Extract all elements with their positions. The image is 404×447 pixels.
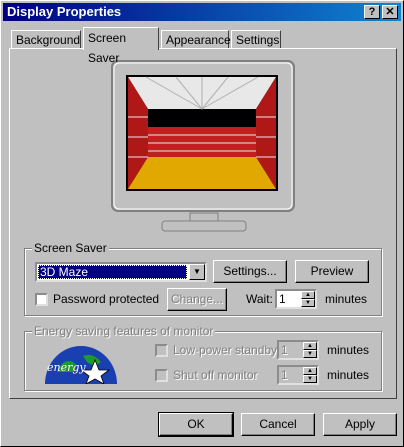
spin-down-icon[interactable]: ▼ xyxy=(301,299,315,307)
shutoff-units: minutes xyxy=(327,368,370,382)
change-password-button[interactable]: Change... xyxy=(167,288,227,311)
apply-button[interactable]: Apply xyxy=(323,413,397,436)
shutoff-checkbox[interactable] xyxy=(155,369,168,382)
energy-logo-text: energy xyxy=(47,361,86,374)
close-icon: ✕ xyxy=(385,6,395,18)
monitor-neck xyxy=(189,212,219,222)
spin-up-icon[interactable]: ▲ xyxy=(303,367,317,375)
maze-floor xyxy=(128,157,276,189)
tab-screen-saver[interactable]: Screen Saver xyxy=(83,27,159,65)
title-bar[interactable]: Display Properties ? ✕ xyxy=(3,3,401,21)
tab-background[interactable]: Background xyxy=(11,30,81,49)
energy-group: Energy saving features of monitor energy… xyxy=(24,324,382,391)
spin-up-icon[interactable]: ▲ xyxy=(303,342,317,350)
low-power-checkbox[interactable] xyxy=(155,344,168,357)
shutoff-value[interactable]: 1 xyxy=(281,367,288,383)
screen-saver-selected-value: 3D Maze xyxy=(38,265,187,279)
display-properties-window: Display Properties ? ✕ Background Screen… xyxy=(0,0,404,447)
preview-button[interactable]: Preview xyxy=(295,260,369,283)
low-power-spinner[interactable]: 1 ▲ ▼ xyxy=(277,340,319,360)
tab-settings[interactable]: Settings xyxy=(231,30,281,49)
wait-spinner[interactable]: 1 ▲ ▼ xyxy=(275,289,317,309)
screen-saver-select[interactable]: 3D Maze ▼ xyxy=(35,262,207,282)
low-power-label: Low-power standby xyxy=(173,343,278,357)
monitor-preview xyxy=(111,60,295,232)
low-power-value[interactable]: 1 xyxy=(281,342,288,358)
spin-down-icon[interactable]: ▼ xyxy=(303,350,317,358)
screen-saver-group: Screen Saver 3D Maze ▼ Settings... Previ… xyxy=(24,241,382,316)
energy-group-label: Energy saving features of monitor xyxy=(32,324,216,338)
shutoff-label: Shut off monitor xyxy=(173,368,258,382)
password-checkbox[interactable] xyxy=(35,293,48,306)
maze-back-wall xyxy=(148,127,256,157)
help-button[interactable]: ? xyxy=(364,5,380,19)
help-icon: ? xyxy=(368,6,376,18)
screen-saver-panel: Screen Saver 3D Maze ▼ Settings... Previ… xyxy=(9,48,397,399)
tab-appearance[interactable]: Appearance xyxy=(161,30,231,49)
close-button[interactable]: ✕ xyxy=(382,5,398,19)
wait-units-label: minutes xyxy=(325,292,368,306)
monitor-base xyxy=(161,220,247,232)
shutoff-spinner[interactable]: 1 ▲ ▼ xyxy=(277,365,319,385)
screen-saver-group-label: Screen Saver xyxy=(32,241,109,255)
cancel-button[interactable]: Cancel xyxy=(241,413,315,436)
spin-down-icon[interactable]: ▼ xyxy=(303,375,317,383)
settings-button[interactable]: Settings... xyxy=(213,260,287,283)
ok-button[interactable]: OK xyxy=(158,412,234,437)
low-power-units: minutes xyxy=(327,343,370,357)
password-label[interactable]: Password protected xyxy=(53,291,159,307)
chevron-down-icon[interactable]: ▼ xyxy=(189,264,205,280)
window-title: Display Properties xyxy=(7,4,122,19)
wait-value[interactable]: 1 xyxy=(279,291,286,307)
spin-up-icon[interactable]: ▲ xyxy=(301,291,315,299)
wait-label: Wait: xyxy=(246,292,273,306)
